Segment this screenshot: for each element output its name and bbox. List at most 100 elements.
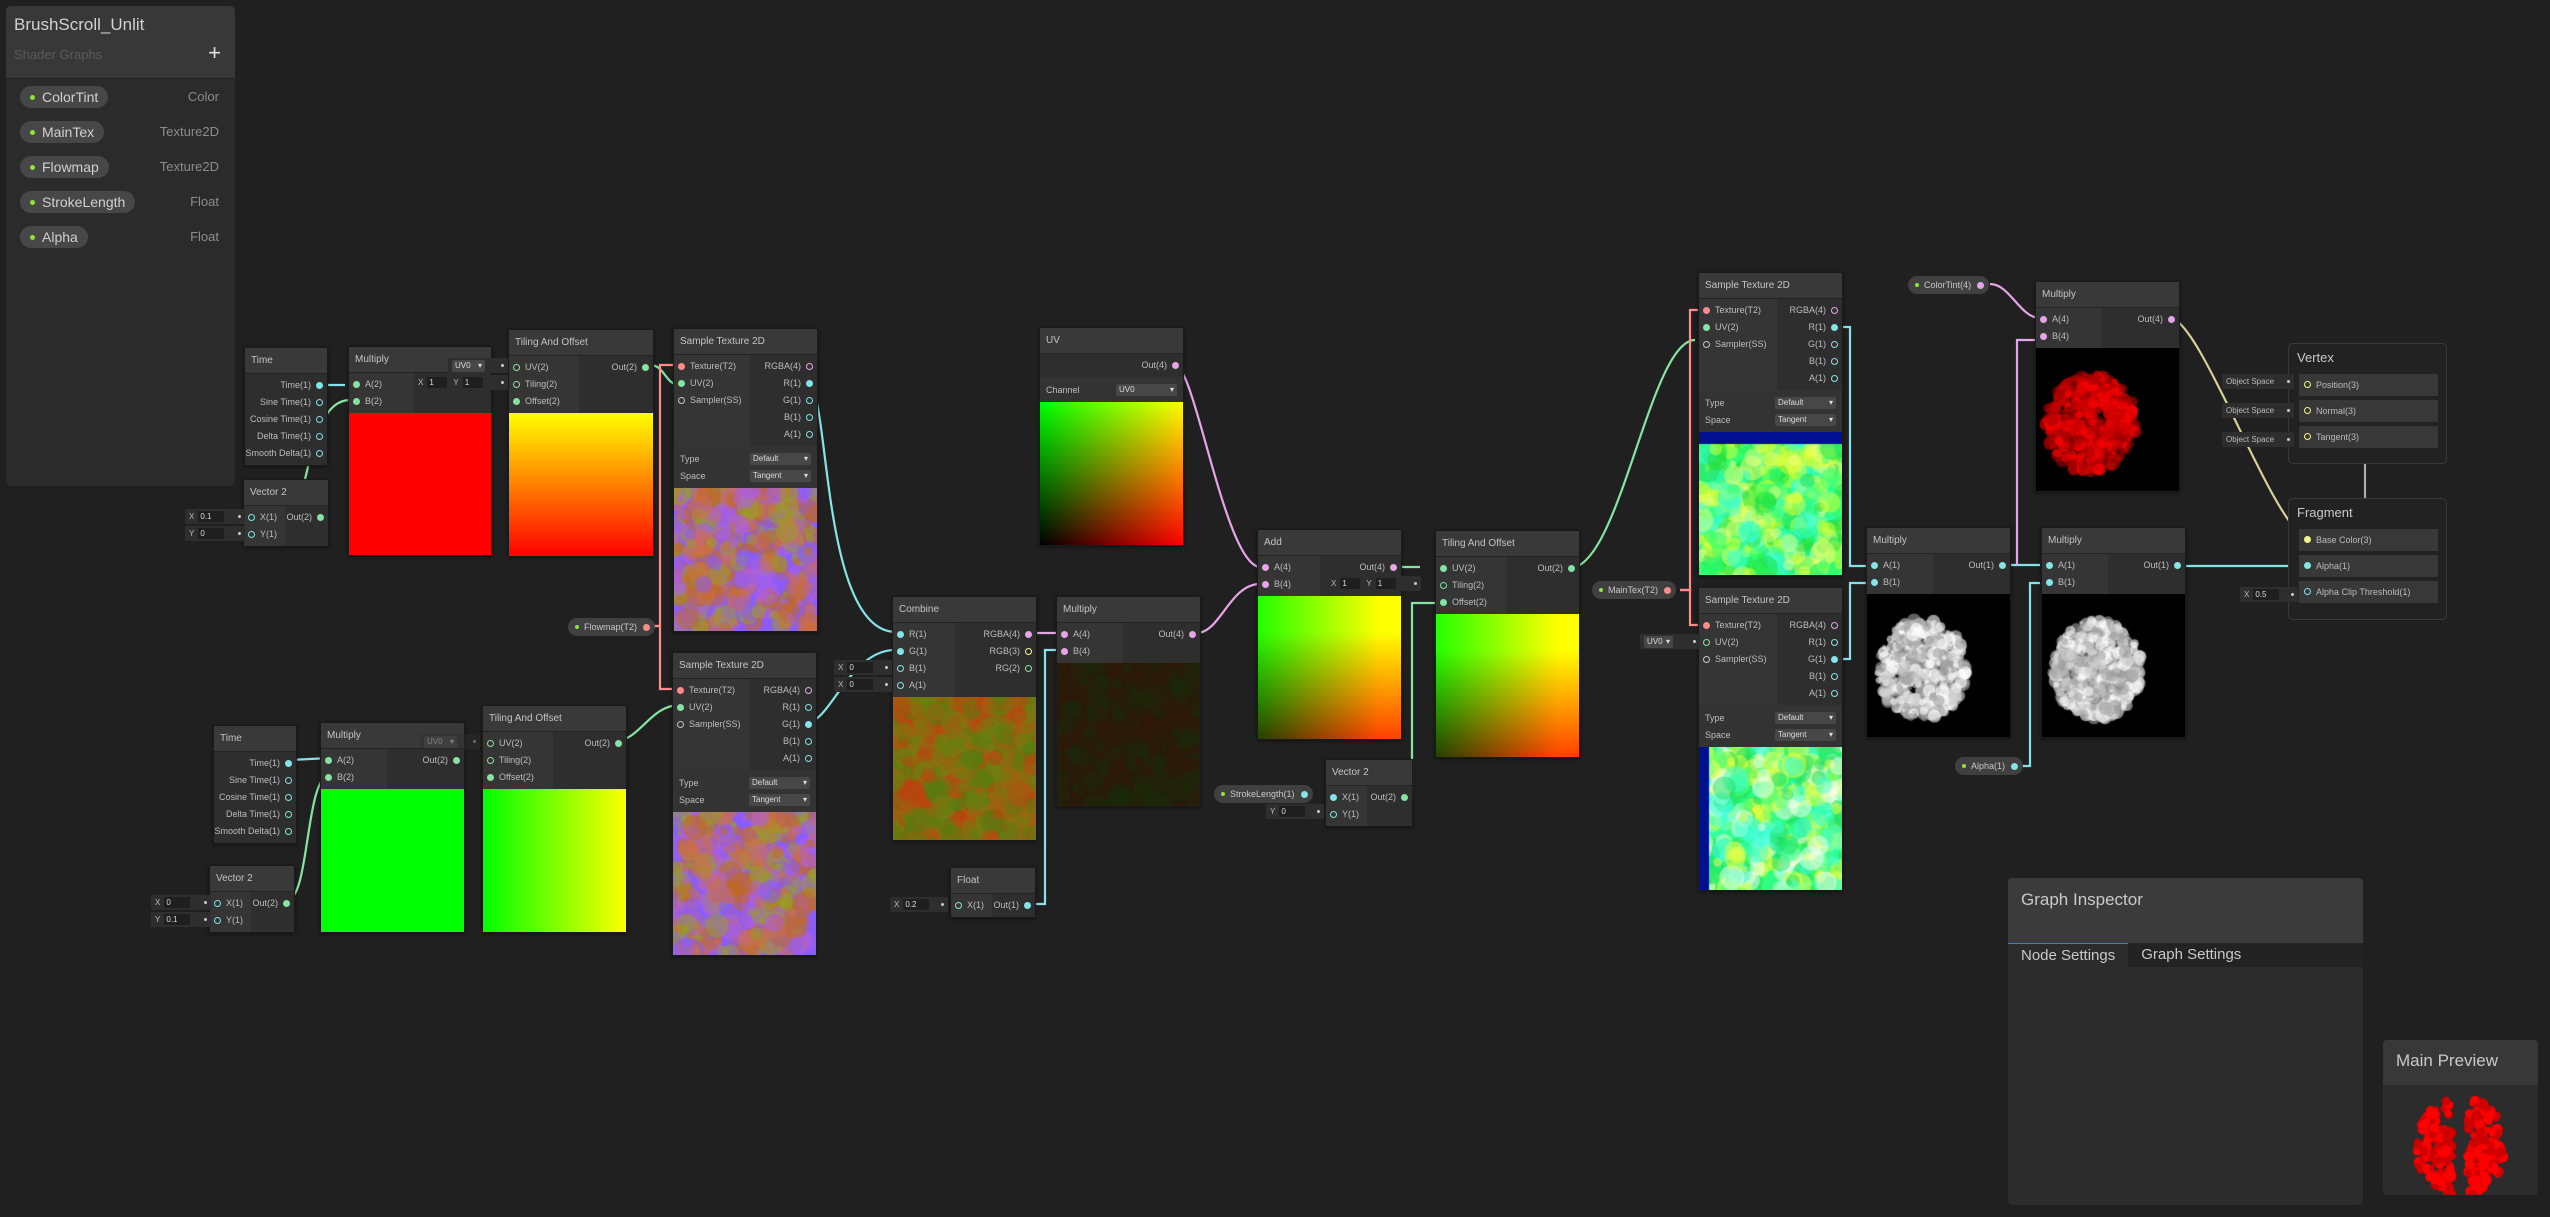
port-dot[interactable] (1330, 794, 1337, 801)
output-port[interactable]: B(1) (1777, 668, 1842, 685)
port-dot[interactable] (1977, 282, 1985, 289)
input-port[interactable]: A(1) (1867, 557, 1933, 574)
property-pill-strokelength[interactable]: StrokeLength (20, 191, 136, 213)
port-dot[interactable] (1390, 564, 1397, 571)
output-port[interactable]: Time(1) (214, 755, 296, 772)
port-dot[interactable] (2046, 579, 2053, 586)
tab-node-settings[interactable]: Node Settings (2008, 943, 2129, 967)
output-port[interactable]: Out(2) (553, 735, 626, 752)
input-port[interactable]: X(1) (1326, 789, 1367, 806)
input-port[interactable]: Y(1) (1326, 806, 1367, 823)
port-dot[interactable] (2040, 316, 2047, 323)
port-dot[interactable] (513, 381, 520, 388)
channel-dropdown[interactable]: UV0 (1116, 383, 1177, 396)
output-port[interactable]: R(1) (749, 699, 816, 716)
port-dot[interactable] (353, 381, 360, 388)
port-dot[interactable] (325, 774, 332, 781)
input-port[interactable]: X(1) (951, 897, 992, 914)
output-port[interactable]: G(1) (749, 716, 816, 733)
port-dot[interactable] (2304, 433, 2311, 440)
input-port[interactable]: Offset(2) (509, 393, 579, 410)
input-port[interactable]: A(1) (893, 677, 955, 694)
port-dot[interactable] (897, 682, 904, 689)
port-dot[interactable] (487, 740, 494, 747)
alpha-clip-input[interactable]: X 0.5 (2240, 587, 2298, 602)
output-port[interactable]: R(1) (1777, 634, 1842, 651)
sample-texture-2d-node[interactable]: Sample Texture 2D Texture(T2) UV(2) Samp… (1698, 272, 1843, 576)
port-dot[interactable] (677, 704, 684, 711)
port-dot[interactable] (316, 450, 323, 457)
port-dot[interactable] (678, 380, 685, 387)
port-dot[interactable] (1440, 565, 1447, 572)
uv-channel-dropdown[interactable]: UV0 (1640, 634, 1700, 649)
output-port[interactable]: A(1) (749, 750, 816, 767)
float-node[interactable]: Float X(1) Out(1) (950, 867, 1036, 918)
output-port[interactable]: Cosine Time(1) (214, 789, 296, 806)
maintex-property-node[interactable]: MainTex(T2) (1592, 581, 1677, 599)
port-dot[interactable] (513, 398, 520, 405)
output-port[interactable]: RGBA(4) (750, 358, 817, 375)
time-node[interactable]: Time Time(1) Sine Time(1) Cosine Time(1)… (213, 725, 297, 844)
port-dot[interactable] (678, 397, 685, 404)
position-space-dropdown[interactable]: Object Space (2222, 374, 2294, 389)
port-dot[interactable] (2168, 316, 2175, 323)
uv-channel-select[interactable]: UV0 (1644, 635, 1673, 648)
colortint-property-node[interactable]: ColorTint(4) (1908, 276, 1990, 294)
output-port[interactable]: R(1) (1777, 319, 1842, 336)
input-port[interactable]: X(1) (244, 509, 285, 526)
output-port[interactable]: Smooth Delta(1) (245, 445, 327, 462)
port-dot[interactable] (805, 687, 812, 694)
normal-space-dropdown[interactable]: Object Space (2222, 403, 2294, 418)
input-port[interactable]: B(4) (1258, 576, 1320, 593)
alpha-clip-threshold-slot[interactable]: Alpha Clip Threshold(1) (2299, 581, 2438, 603)
port-dot[interactable] (1172, 362, 1179, 369)
port-dot[interactable] (806, 380, 813, 387)
port-dot[interactable] (1025, 631, 1032, 638)
output-port[interactable]: RGBA(4) (749, 682, 816, 699)
add-node[interactable]: Add A(4) B(4) Out(4) (1257, 529, 1402, 740)
space-dropdown[interactable]: Tangent (1775, 728, 1836, 741)
x-field[interactable]: 0.2 (903, 899, 930, 910)
port-dot[interactable] (316, 399, 323, 406)
vector2-node[interactable]: Vector 2 X(1) Y(1) Out(2) (209, 865, 295, 933)
port-dot[interactable] (2304, 381, 2311, 388)
output-port[interactable]: Delta Time(1) (245, 428, 327, 445)
strokelength-property-node[interactable]: StrokeLength(1) (1214, 785, 1313, 803)
space-dropdown[interactable]: Tangent (749, 793, 810, 806)
tangent-slot[interactable]: Tangent(3) (2299, 426, 2438, 448)
a-input[interactable]: X0 (834, 677, 892, 692)
y-field[interactable]: 0.1 (164, 914, 191, 925)
port-dot[interactable] (1831, 341, 1838, 348)
port-dot[interactable] (1401, 794, 1408, 801)
type-dropdown[interactable]: Default (749, 776, 810, 789)
input-port[interactable]: Texture(T2) (674, 358, 750, 375)
output-port[interactable]: Out(2) (1367, 789, 1412, 806)
input-port[interactable]: X(1) (210, 895, 251, 912)
port-dot[interactable] (1831, 656, 1838, 663)
port-dot[interactable] (1831, 358, 1838, 365)
property-pill-flowmap[interactable]: Flowmap (20, 156, 109, 178)
port-dot[interactable] (285, 760, 292, 767)
input-port[interactable]: A(4) (1258, 559, 1320, 576)
port-dot[interactable] (513, 364, 520, 371)
x-field[interactable]: 0 (164, 897, 191, 908)
tiling-and-offset-node[interactable]: Tiling And Offset UV(2) Tiling(2) Offset… (1435, 530, 1580, 758)
output-port[interactable]: A(1) (1777, 685, 1842, 702)
port-dot[interactable] (1703, 639, 1710, 646)
uv-channel-select[interactable]: UV0 (452, 359, 485, 372)
input-port[interactable]: Tiling(2) (1436, 577, 1506, 594)
port-dot[interactable] (806, 363, 813, 370)
output-port[interactable]: Out(2) (1506, 560, 1579, 577)
input-port[interactable]: UV(2) (483, 735, 553, 752)
input-port[interactable]: Sampler(SS) (1699, 651, 1777, 668)
input-port[interactable]: Offset(2) (483, 769, 553, 786)
port-dot[interactable] (1440, 582, 1447, 589)
output-port[interactable]: Out(4) (2102, 311, 2179, 328)
port-dot[interactable] (2011, 763, 2019, 770)
output-port[interactable]: Out(1) (1933, 557, 2010, 574)
space-dropdown[interactable]: Tangent (1775, 413, 1836, 426)
port-dot[interactable] (1831, 639, 1838, 646)
port-dot[interactable] (805, 704, 812, 711)
port-dot[interactable] (1831, 622, 1838, 629)
port-dot[interactable] (897, 648, 904, 655)
